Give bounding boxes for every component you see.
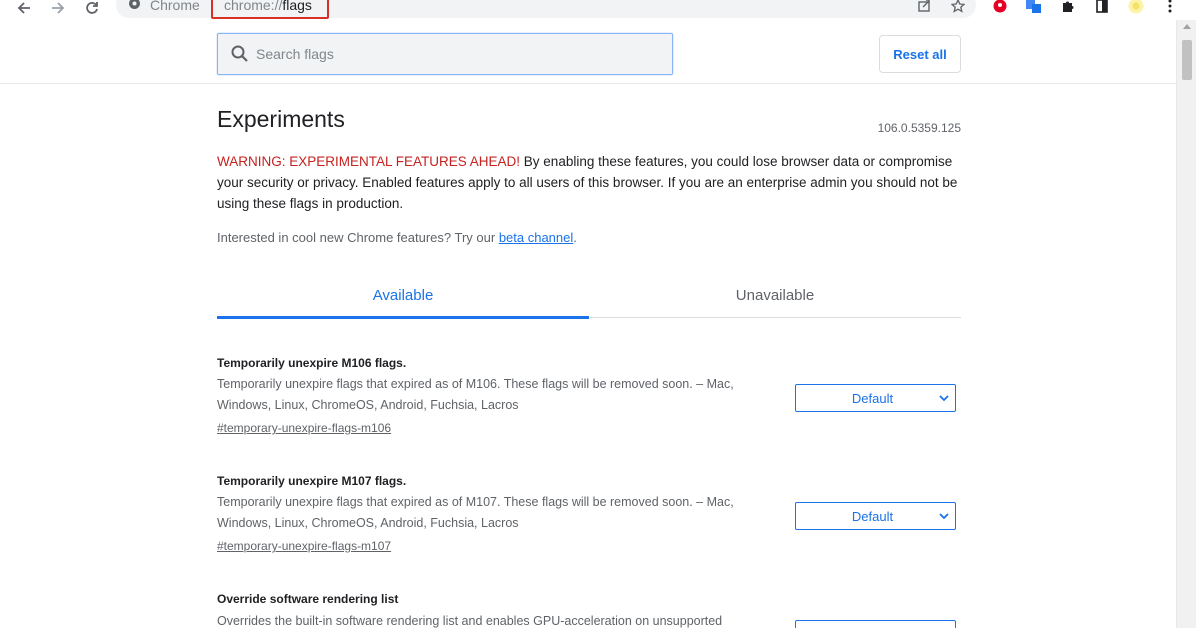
tab-bar: Available Unavailable — [217, 272, 961, 319]
chrome-page-icon — [128, 0, 141, 13]
flag-title: Temporarily unexpire M107 flags. — [217, 474, 407, 488]
flag-state-select[interactable] — [795, 620, 956, 628]
reload-icon[interactable] — [82, 0, 102, 16]
flag-description: Temporarily unexpire flags that expired … — [217, 495, 734, 530]
scroll-up-arrow-icon[interactable] — [1183, 24, 1191, 29]
side-panel-icon[interactable] — [1093, 0, 1111, 14]
warning-heading: WARNING: EXPERIMENTAL FEATURES AHEAD! — [217, 154, 521, 169]
url-text[interactable]: chrome://flags — [224, 0, 312, 13]
scrollbar[interactable] — [1176, 20, 1196, 628]
page-title: Experiments — [217, 106, 345, 132]
url-host: flags — [282, 0, 312, 13]
bookmark-star-icon[interactable] — [949, 0, 967, 14]
flag-entry: Temporarily unexpire M107 flags. Tempora… — [217, 472, 961, 556]
flag-title: Override software rendering list — [217, 592, 399, 606]
scroll-thumb[interactable] — [1182, 40, 1192, 80]
beta-promo: Interested in cool new Chrome features? … — [217, 230, 577, 245]
forward-icon[interactable] — [48, 0, 68, 16]
version-number: 106.0.5359.125 — [877, 121, 961, 135]
menu-kebab-icon[interactable] — [1161, 0, 1179, 14]
active-tab-indicator — [217, 316, 589, 319]
flags-header: Reset all — [0, 20, 1176, 84]
browser-toolbar: Chrome chrome://flags — [0, 0, 1196, 20]
search-input[interactable] — [256, 34, 656, 74]
profile-avatar-icon[interactable] — [1127, 0, 1145, 14]
chevron-down-icon — [933, 502, 955, 530]
warning-message: WARNING: EXPERIMENTAL FEATURES AHEAD! By… — [217, 151, 961, 214]
tab-available[interactable]: Available — [217, 272, 589, 318]
pinterest-extension-icon[interactable] — [991, 0, 1009, 14]
flag-state-select[interactable]: Default — [795, 384, 956, 412]
tab-unavailable[interactable]: Unavailable — [589, 272, 961, 318]
search-box[interactable] — [217, 33, 673, 75]
beta-promo-text: Interested in cool new Chrome features? … — [217, 230, 499, 245]
search-icon — [230, 44, 250, 64]
beta-channel-link[interactable]: beta channel — [499, 230, 573, 245]
flag-state-value: Default — [851, 390, 894, 406]
flag-description: Overrides the built-in software renderin… — [217, 614, 723, 628]
flag-permalink[interactable]: #temporary-unexpire-flags-m106 — [217, 418, 391, 438]
reset-all-button[interactable]: Reset all — [879, 35, 961, 73]
flag-entry: Override software rendering list Overrid… — [217, 590, 961, 628]
translate-extension-icon[interactable] — [1025, 0, 1043, 14]
chevron-down-icon — [933, 384, 955, 412]
site-label: Chrome — [150, 0, 200, 13]
flag-state-select[interactable]: Default — [795, 502, 956, 530]
flag-permalink[interactable]: #temporary-unexpire-flags-m107 — [217, 536, 391, 556]
back-icon[interactable] — [14, 0, 34, 16]
share-icon[interactable] — [915, 0, 933, 14]
extensions-puzzle-icon[interactable] — [1059, 0, 1077, 14]
flag-state-value: Default — [851, 508, 894, 524]
flag-description: Temporarily unexpire flags that expired … — [217, 377, 734, 412]
beta-promo-end: . — [573, 230, 577, 245]
flag-entry: Temporarily unexpire M106 flags. Tempora… — [217, 354, 961, 438]
url-scheme: chrome:// — [224, 0, 283, 13]
flag-title: Temporarily unexpire M106 flags. — [217, 356, 407, 370]
